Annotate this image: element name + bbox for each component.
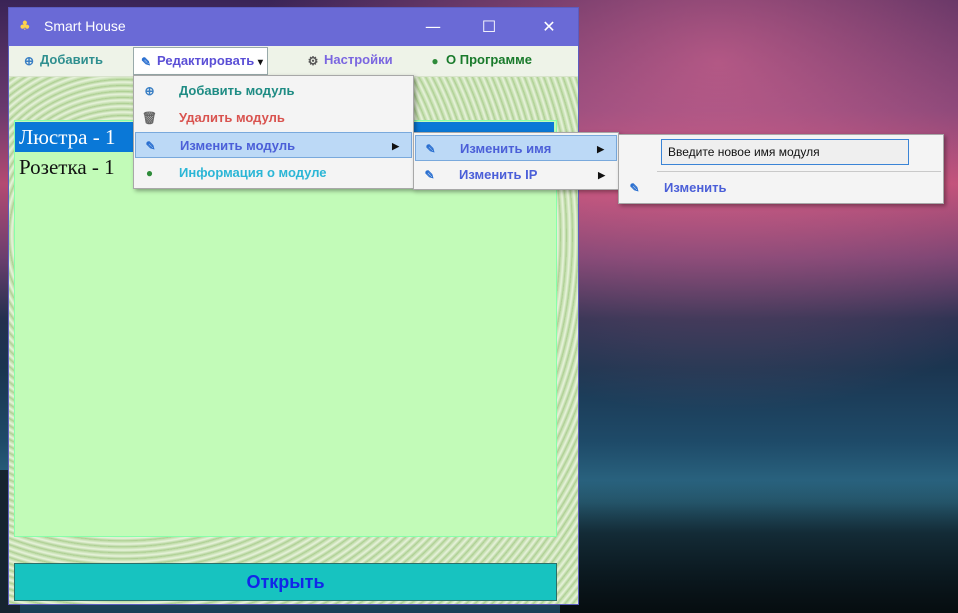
- new-name-input[interactable]: [661, 139, 909, 165]
- chevron-right-icon: ▶: [392, 141, 399, 151]
- add-circle-icon: ⊕: [23, 53, 35, 68]
- menu-edit[interactable]: ✎ Редактировать ▾: [133, 47, 268, 75]
- chevron-down-icon: ▾: [257, 57, 263, 68]
- edit-note-icon: ✎: [140, 54, 152, 69]
- info-globe-icon: ●: [431, 53, 439, 68]
- menu-item-delete-module[interactable]: 🗑 Удалить модуль: [135, 105, 412, 131]
- menu-item-change-name[interactable]: ✎ Изменить имя ▶: [415, 135, 617, 161]
- add-circle-icon: ⊕: [144, 84, 155, 98]
- menu-item-label: Изменить IP: [459, 167, 538, 182]
- menu-item-label: Изменить модуль: [180, 138, 296, 153]
- edit-note-icon: ✎: [145, 139, 156, 153]
- apply-rename-label: Изменить: [664, 180, 727, 195]
- menu-item-modify-module[interactable]: ✎ Изменить модуль ▶: [135, 132, 412, 158]
- window-title: Smart House: [44, 18, 126, 34]
- menu-separator: [657, 171, 941, 172]
- menu-item-label: Добавить модуль: [179, 83, 295, 98]
- menu-item-label: Изменить имя: [460, 141, 552, 156]
- modify-submenu: ✎ Изменить имя ▶ ✎ Изменить IP ▶: [413, 132, 619, 190]
- menu-item-label: Удалить модуль: [179, 110, 285, 125]
- edit-note-icon: ✎: [425, 142, 436, 156]
- edit-dropdown-menu: ⊕ Добавить модуль 🗑 Удалить модуль ✎ Изм…: [133, 75, 414, 189]
- trash-icon: 🗑: [141, 111, 158, 125]
- close-button[interactable]: ✕: [526, 8, 572, 46]
- title-bar[interactable]: ♣ Smart House — ☐ ✕: [9, 8, 578, 46]
- apply-rename-item[interactable]: ✎ Изменить: [620, 175, 942, 201]
- menu-add-label: Добавить: [40, 52, 103, 67]
- chevron-right-icon: ▶: [597, 144, 604, 154]
- menu-settings-label: Настройки: [324, 52, 393, 67]
- menu-bar: ⊕ Добавить ✎ Редактировать ▾ ⚙ Настройки ● О…: [9, 46, 578, 77]
- menu-about[interactable]: ● О Программе: [427, 46, 532, 74]
- maximize-button[interactable]: ☐: [466, 8, 512, 46]
- menu-settings[interactable]: ⚙ Настройки: [305, 46, 393, 74]
- menu-item-module-info[interactable]: ● Информация о модуле: [135, 160, 412, 186]
- edit-note-icon: ✎: [629, 181, 640, 195]
- rename-submenu: ✎ Изменить: [618, 134, 944, 204]
- info-globe-icon: ●: [145, 166, 154, 180]
- menu-item-change-ip[interactable]: ✎ Изменить IP ▶: [415, 162, 617, 188]
- menu-item-label: Информация о модуле: [179, 165, 327, 180]
- menu-item-add-module[interactable]: ⊕ Добавить модуль: [135, 78, 412, 104]
- menu-add[interactable]: ⊕ Добавить: [21, 46, 103, 74]
- app-icon: ♣: [19, 19, 31, 34]
- menu-edit-label: Редактировать: [157, 53, 255, 68]
- edit-note-icon: ✎: [424, 168, 435, 182]
- minimize-button[interactable]: —: [410, 8, 456, 46]
- open-button[interactable]: Открыть: [14, 563, 557, 601]
- gear-icon: ⚙: [307, 53, 319, 68]
- chevron-right-icon: ▶: [598, 170, 605, 180]
- desktop-rocks: [560, 480, 958, 613]
- menu-about-label: О Программе: [446, 52, 532, 67]
